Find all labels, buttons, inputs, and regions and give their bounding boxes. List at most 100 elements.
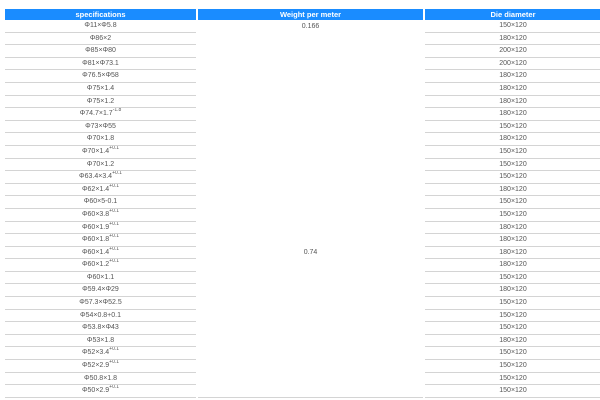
spec-tolerance: +0.1 — [112, 171, 122, 177]
table-row: Φ60×1.4+0.1 0.74 180×120 — [5, 247, 600, 260]
table-row: Φ54×0.8+0.1 150×120 — [5, 310, 600, 323]
spec-text: Φ60×1.9 — [81, 223, 110, 231]
table-row: Φ62×1.4+0.1 180×120 — [5, 184, 600, 197]
spec-cell: Φ75×1.2 — [5, 96, 196, 109]
spec-cell: Φ52×3.4+0.1 — [5, 347, 196, 361]
spec-cell: Φ57.3×Φ52.5 — [5, 297, 196, 310]
table-row: Φ81×Φ73.1 200×120 — [5, 58, 600, 71]
weight-cell — [198, 385, 423, 398]
spec-text: Φ50×2.9 — [81, 387, 110, 395]
table-row: Φ57.3×Φ52.5 150×120 — [5, 297, 600, 310]
table-row: Φ50×2.9+0.1 150×120 — [5, 385, 600, 398]
weight-cell — [198, 272, 423, 285]
spec-text: Φ74.7×1.7 — [79, 110, 113, 118]
die-diameter-cell: 150×120 — [425, 121, 600, 134]
die-diameter-cell: 180×120 — [425, 259, 600, 272]
spec-cell: Φ73×Φ55 — [5, 121, 196, 134]
spec-cell: Φ70×1.2 — [5, 159, 196, 172]
die-diameter-cell: 180×120 — [425, 96, 600, 109]
table-row: Φ11×Φ5.8 0.166 150×120 — [5, 20, 600, 33]
spec-cell: Φ54×0.8+0.1 — [5, 310, 196, 323]
spec-cell: Φ52×2.9+0.1 — [5, 360, 196, 373]
spec-cell: Φ75×1.4 — [5, 83, 196, 96]
table-row: Φ70×1.8 180×120 — [5, 133, 600, 146]
table-body: Φ11×Φ5.8 0.166 150×120 Φ86×2 180×120 Φ85×Φ80 2… — [5, 20, 600, 398]
spec-tolerance: -1.8 — [112, 108, 122, 114]
table-row: Φ85×Φ80 200×120 — [5, 45, 600, 58]
spec-cell: Φ76.5×Φ58 — [5, 70, 196, 83]
weight-cell — [198, 259, 423, 272]
spec-text: Φ63.4×3.4 — [79, 173, 113, 181]
spec-text: Φ76.5×Φ58 — [82, 72, 119, 80]
weight-cell — [198, 284, 423, 297]
spec-text: Φ60×5-0.1 — [83, 198, 118, 206]
spec-tolerance: +0.1 — [109, 360, 120, 366]
table-row: Φ76.5×Φ58 180×120 — [5, 70, 600, 83]
spec-tolerance: +0.1 — [109, 145, 120, 151]
spec-tolerance: +0.1 — [109, 183, 120, 189]
die-diameter-cell: 150×120 — [425, 209, 600, 222]
table-row: Φ60×1.2+0.1 180×120 — [5, 259, 600, 272]
table-row: Φ59.4×Φ29 180×120 — [5, 284, 600, 298]
weight-cell — [198, 209, 423, 222]
table-row: Φ52×3.4+0.1 150×120 — [5, 347, 600, 361]
header-row: specifications Weight per meter Die diam… — [5, 9, 600, 20]
weight-cell — [198, 196, 423, 209]
spec-text: Φ11×Φ5.8 — [84, 22, 117, 29]
table-row: Φ60×1.9+0.1 180×120 — [5, 222, 600, 235]
spec-text: Φ50.8×1.8 — [83, 374, 118, 382]
spec-cell: Φ70×1.4+0.1 — [5, 146, 196, 159]
weight-cell — [198, 360, 423, 373]
spec-cell: Φ60×1.1 — [5, 272, 196, 285]
weight-cell — [198, 310, 423, 323]
spec-tolerance: +0.1 — [109, 221, 120, 227]
spec-cell: Φ63.4×3.4+0.1 — [5, 171, 196, 184]
table-row: Φ60×1.1 150×120 — [5, 272, 600, 285]
weight-cell — [198, 70, 423, 83]
die-diameter-cell: 180×120 — [425, 247, 600, 260]
table-header: specifications Weight per meter Die diam… — [5, 9, 600, 20]
die-diameter-cell: 150×120 — [425, 146, 600, 159]
die-diameter-cell: 180×120 — [425, 133, 600, 146]
table-row: Φ75×1.2 180×120 — [5, 96, 600, 109]
spec-cell: Φ11×Φ5.8 — [5, 20, 196, 33]
die-diameter-cell: 150×120 — [425, 196, 600, 209]
die-diameter-cell: 150×120 — [425, 171, 600, 184]
spec-tolerance: +0.1 — [109, 347, 120, 353]
weight-cell — [198, 96, 423, 109]
weight-cell: 0.74 — [303, 249, 318, 257]
table-row: Φ70×1.4+0.1 150×120 — [5, 146, 600, 159]
spec-cell: Φ60×1.4+0.1 — [5, 247, 196, 260]
spec-cell: Φ70×1.8 — [5, 133, 196, 146]
weight-cell — [198, 171, 423, 184]
die-diameter-cell: 180×120 — [425, 222, 600, 235]
spec-text: Φ60×1.2 — [81, 261, 110, 269]
spec-cell: Φ53.8×Φ43 — [5, 322, 196, 335]
weight-cell — [198, 297, 423, 310]
spec-cell: Φ53×1.8 — [5, 335, 196, 348]
table-row: Φ73×Φ55 150×120 — [5, 121, 600, 134]
die-diameter-cell: 150×120 — [425, 272, 600, 285]
spec-text: Φ75×1.2 — [86, 97, 115, 105]
table-row: Φ63.4×3.4+0.1 150×120 — [5, 171, 600, 184]
weight-cell — [198, 373, 423, 386]
spec-cell: Φ50×2.9+0.1 — [5, 385, 196, 398]
weight-cell — [198, 159, 423, 172]
header-die-diameter: Die diameter — [425, 9, 600, 20]
table-row: Φ74.7×1.7-1.8 180×120 — [5, 108, 600, 121]
spec-text: Φ75×1.4 — [86, 84, 115, 92]
spec-text: Φ70×1.2 — [86, 160, 115, 168]
die-diameter-cell: 150×120 — [425, 20, 600, 33]
weight-cell — [198, 222, 423, 235]
spec-text: Φ70×1.8 — [86, 135, 115, 143]
weight-cell — [198, 335, 423, 348]
spec-text: Φ52×3.4 — [81, 349, 110, 357]
die-diameter-cell: 180×120 — [425, 108, 600, 121]
die-diameter-cell: 180×120 — [425, 284, 600, 298]
die-diameter-cell: 180×120 — [425, 83, 600, 96]
spec-cell: Φ60×3.8+0.1 — [5, 209, 196, 222]
spec-tolerance: +0.1 — [109, 208, 120, 214]
spec-text: Φ52×2.9 — [81, 362, 110, 370]
die-diameter-cell: 200×120 — [425, 45, 600, 58]
spec-cell: Φ59.4×Φ29 — [5, 284, 196, 298]
